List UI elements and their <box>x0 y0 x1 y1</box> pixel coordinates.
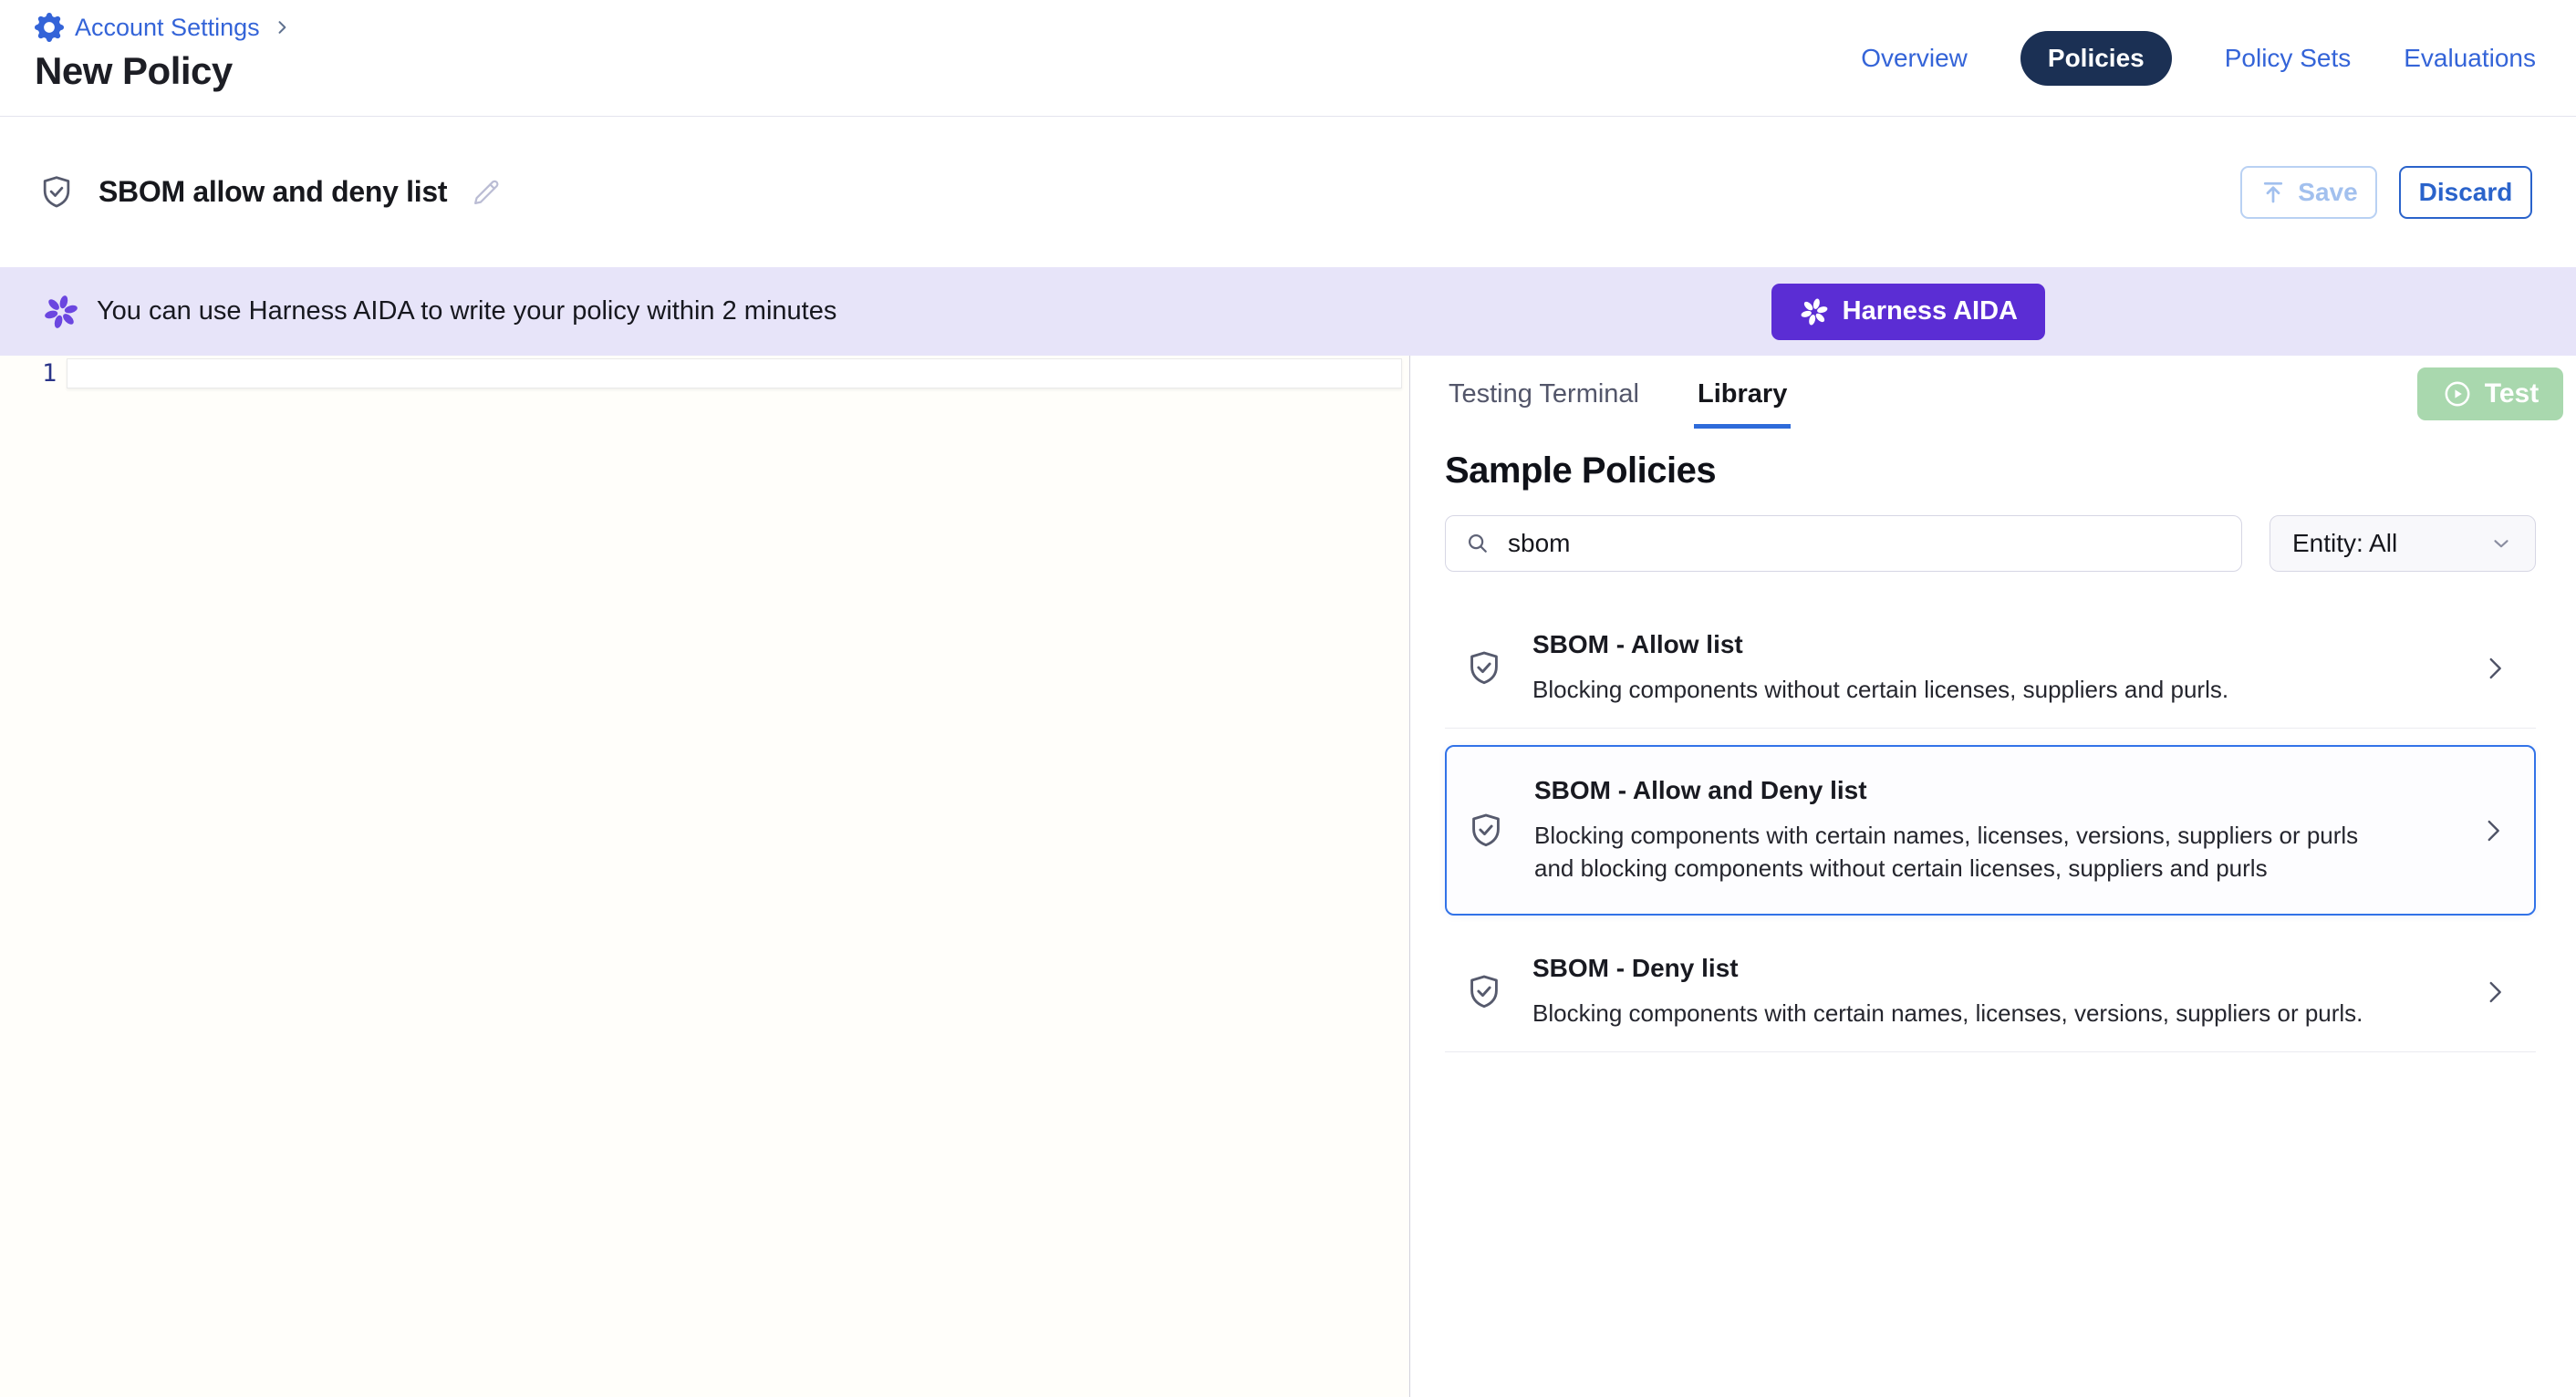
gear-icon <box>35 13 64 42</box>
nav-policy-sets[interactable]: Policy Sets <box>2225 44 2352 73</box>
aida-sparkle-icon <box>42 293 80 331</box>
policy-actions: Save Discard <box>2240 166 2532 219</box>
policy-card-body: SBOM - Allow and Deny list Blocking comp… <box>1534 776 2450 885</box>
policy-card-description: Blocking components without certain lice… <box>1532 673 2390 706</box>
test-button-label: Test <box>2485 378 2539 409</box>
search-input[interactable] <box>1506 528 2223 559</box>
policy-title-row: SBOM allow and deny list Save Discard <box>0 117 2576 267</box>
main-area: 1 Testing Terminal Library Test Sample P… <box>0 356 2576 1397</box>
entity-filter-dropdown[interactable]: Entity: All <box>2270 515 2536 572</box>
editor-current-line[interactable] <box>67 358 1402 388</box>
test-button[interactable]: Test <box>2417 367 2563 420</box>
aida-button-label: Harness AIDA <box>1843 296 2018 326</box>
top-nav: Overview Policies Policy Sets Evaluation… <box>1861 0 2536 116</box>
panel-tabs: Testing Terminal Library <box>1445 379 2536 429</box>
tab-library[interactable]: Library <box>1694 379 1791 429</box>
library-panel: Testing Terminal Library Test Sample Pol… <box>1410 356 2576 1397</box>
search-box[interactable] <box>1445 515 2242 572</box>
pencil-icon[interactable] <box>469 175 504 210</box>
policy-title-group: SBOM allow and deny list <box>36 172 504 212</box>
shield-check-icon <box>1463 971 1505 1013</box>
nav-evaluations[interactable]: Evaluations <box>2404 44 2536 73</box>
breadcrumb[interactable]: Account Settings <box>35 13 291 42</box>
sample-policies-heading: Sample Policies <box>1445 450 2536 492</box>
policy-card-title: SBOM - Allow list <box>1532 630 2452 659</box>
shield-check-icon <box>36 172 77 212</box>
shield-check-icon <box>1465 810 1507 852</box>
upload-icon <box>2259 179 2287 206</box>
nav-overview[interactable]: Overview <box>1861 44 1968 73</box>
policy-card-list: SBOM - Allow list Blocking components wi… <box>1445 608 2536 1052</box>
nav-policies[interactable]: Policies <box>2020 31 2172 86</box>
breadcrumb-chevron-icon <box>273 18 291 36</box>
discard-label: Discard <box>2419 178 2513 207</box>
policy-name: SBOM allow and deny list <box>99 175 447 209</box>
search-icon <box>1464 530 1491 557</box>
code-editor[interactable]: 1 <box>0 356 1410 1397</box>
policy-card-sbom-allow-list[interactable]: SBOM - Allow list Blocking components wi… <box>1445 608 2536 729</box>
entity-filter-value: Entity: All <box>2292 529 2397 558</box>
policy-card-body: SBOM - Allow list Blocking components wi… <box>1532 630 2452 706</box>
save-button[interactable]: Save <box>2240 166 2377 219</box>
page-header: Account Settings New Policy Overview Pol… <box>0 0 2576 117</box>
chevron-right-icon <box>2479 653 2510 684</box>
chevron-down-icon <box>2489 532 2513 555</box>
search-row: Entity: All <box>1445 515 2536 572</box>
chevron-right-icon <box>2479 977 2510 1008</box>
harness-aida-button[interactable]: Harness AIDA <box>1771 284 2045 340</box>
policy-card-body: SBOM - Deny list Blocking components wit… <box>1532 954 2452 1030</box>
policy-card-sbom-deny-list[interactable]: SBOM - Deny list Blocking components wit… <box>1445 932 2536 1052</box>
chevron-right-icon <box>2477 815 2508 846</box>
policy-card-sbom-allow-and-deny-list[interactable]: SBOM - Allow and Deny list Blocking comp… <box>1445 745 2536 916</box>
save-label: Save <box>2298 178 2357 207</box>
discard-button[interactable]: Discard <box>2399 166 2532 219</box>
policy-card-description: Blocking components with certain names, … <box>1534 819 2392 885</box>
editor-line-number: 1 <box>42 358 57 388</box>
aida-sparkle-icon <box>1799 296 1830 327</box>
tab-testing-terminal[interactable]: Testing Terminal <box>1445 379 1643 429</box>
play-circle-icon <box>2442 378 2473 409</box>
policy-card-title: SBOM - Deny list <box>1532 954 2452 983</box>
page-title: New Policy <box>35 49 291 93</box>
breadcrumb-label[interactable]: Account Settings <box>75 14 260 42</box>
shield-check-icon <box>1463 647 1505 689</box>
aida-banner-message: You can use Harness AIDA to write your p… <box>97 296 836 326</box>
policy-card-title: SBOM - Allow and Deny list <box>1534 776 2450 805</box>
aida-banner: You can use Harness AIDA to write your p… <box>0 267 2576 356</box>
policy-card-description: Blocking components with certain names, … <box>1532 997 2390 1030</box>
header-left: Account Settings New Policy <box>35 0 291 116</box>
